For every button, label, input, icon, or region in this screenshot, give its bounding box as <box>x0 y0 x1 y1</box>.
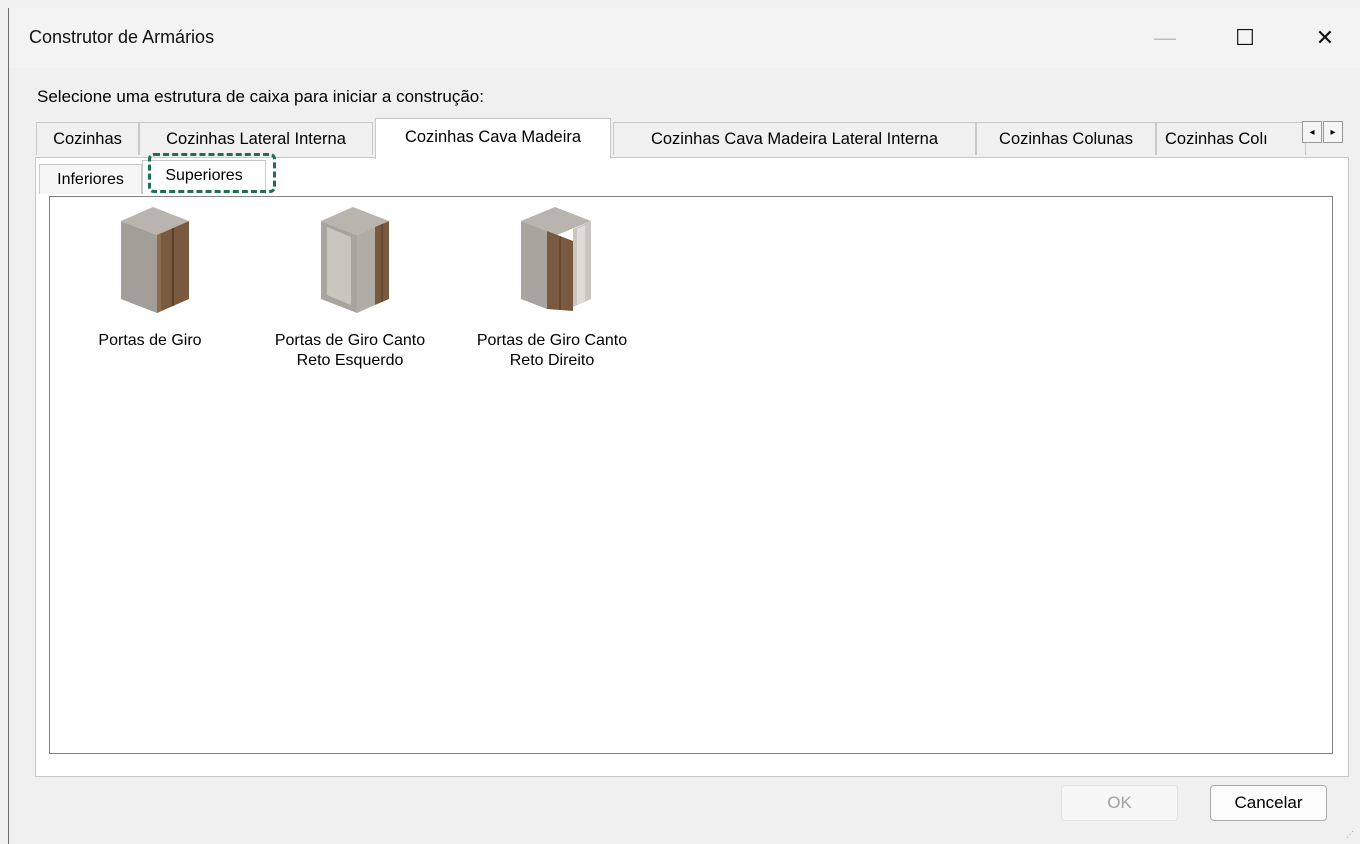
minimize-icon: — <box>1154 25 1176 50</box>
tab-scroll-left-button[interactable]: ◂ <box>1302 121 1322 143</box>
arrow-left-icon: ◂ <box>1309 126 1315 138</box>
cabinet-double-door-icon <box>121 207 189 313</box>
item-label-line2: Reto Esquerdo <box>296 352 404 369</box>
tab-cozinhas[interactable]: Cozinhas <box>36 122 139 155</box>
item-label-line1: Portas de Giro Canto <box>476 332 628 349</box>
cabinet-corner-left-icon <box>321 207 389 313</box>
window-title: Construtor de Armários <box>29 27 215 47</box>
list-item[interactable]: Portas de Giro Canto Reto Direito <box>457 205 647 371</box>
minimize-button[interactable]: — <box>1135 8 1195 68</box>
close-icon: ✕ <box>1315 25 1335 50</box>
tab-scroll-right-button[interactable]: ▸ <box>1323 121 1343 143</box>
subtab-inferiores[interactable]: Inferiores <box>39 164 142 194</box>
tab-cozinhas-lateral-interna[interactable]: Cozinhas Lateral Interna <box>139 122 373 155</box>
tab-cozinhas-colunas-truncated[interactable]: Cozinhas Colı <box>1156 122 1306 155</box>
item-label-line1: Portas de Giro <box>98 332 202 349</box>
close-button[interactable]: ✕ <box>1295 8 1355 68</box>
title-bar: Construtor de Armários — ☐ ✕ <box>9 8 1360 68</box>
resize-grip-icon[interactable]: ⋰ <box>1346 830 1356 840</box>
arrow-right-icon: ▸ <box>1330 126 1336 138</box>
list-item[interactable]: Portas de Giro <box>55 205 245 351</box>
instruction-text: Selecione uma estrutura de caixa para in… <box>37 87 484 106</box>
maximize-button[interactable]: ☐ <box>1215 8 1275 68</box>
subtab-superiores[interactable]: Superiores <box>142 160 266 194</box>
cabinet-corner-right-icon <box>521 207 591 311</box>
maximize-icon: ☐ <box>1235 25 1255 50</box>
item-label-line2: Reto Direito <box>509 352 595 369</box>
tab-cozinhas-colunas[interactable]: Cozinhas Colunas <box>976 122 1156 155</box>
list-item[interactable]: Portas de Giro Canto Reto Esquerdo <box>255 205 445 371</box>
category-tab-strip: Cozinhas Cozinhas Lateral Interna Cozinh… <box>36 118 1346 159</box>
ok-button[interactable]: OK <box>1061 785 1178 821</box>
item-label-line1: Portas de Giro Canto <box>274 332 426 349</box>
cabinet-builder-dialog: Construtor de Armários — ☐ ✕ Selecione u… <box>8 8 1360 844</box>
tab-cozinhas-cava-madeira[interactable]: Cozinhas Cava Madeira <box>375 118 611 159</box>
cancel-button[interactable]: Cancelar <box>1210 785 1327 821</box>
cabinet-list-view[interactable]: Portas de Giro Portas de Giro Canto Reto… <box>49 196 1333 754</box>
tab-cozinhas-cava-madeira-lateral-interna[interactable]: Cozinhas Cava Madeira Lateral Interna <box>613 122 976 155</box>
